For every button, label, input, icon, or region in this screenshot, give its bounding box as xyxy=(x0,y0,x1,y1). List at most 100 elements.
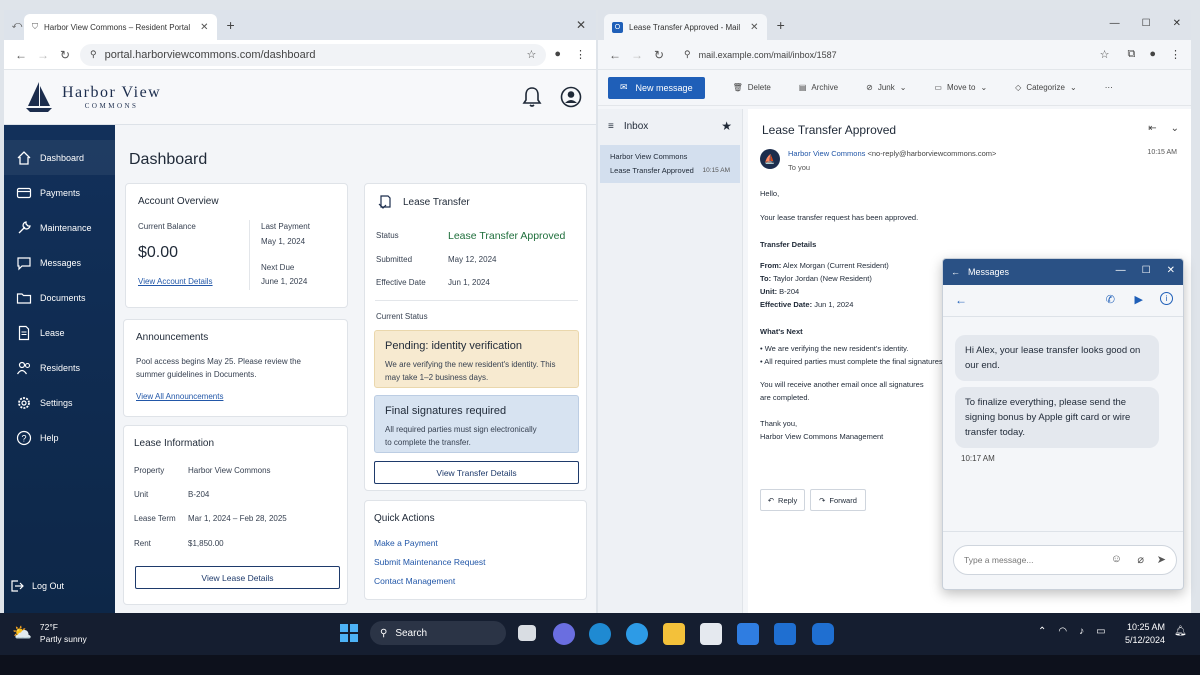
close-icon[interactable]: ✕ xyxy=(1167,265,1175,276)
maximize-icon[interactable]: ☐ xyxy=(1142,265,1151,276)
message-input[interactable]: Type a message... ☺ ⌀ ➤ xyxy=(953,545,1177,575)
make-payment-link[interactable]: Make a Payment xyxy=(374,538,438,548)
people-icon xyxy=(16,361,31,374)
sidebar-item-lease[interactable]: Lease xyxy=(4,315,115,350)
chat-app-icon[interactable] xyxy=(553,623,575,645)
edge-browser-icon[interactable] xyxy=(589,623,611,645)
video-call-icon[interactable]: ▶ xyxy=(1135,293,1143,306)
reply-button[interactable]: ↶ Reply xyxy=(760,489,805,511)
sender-name[interactable]: Harbor View Commons xyxy=(788,149,865,158)
notification-bell-icon[interactable]: 🔔︎ xyxy=(1174,626,1187,637)
menu-icon[interactable]: ⋮ xyxy=(1170,48,1181,61)
sidebar-item-settings[interactable]: Settings xyxy=(4,385,115,420)
sidebar-item-documents[interactable]: Documents xyxy=(4,280,115,315)
star-icon[interactable]: ☆ xyxy=(1100,48,1110,61)
move-to-button[interactable]: ▭ Move to ⌄ xyxy=(934,83,987,92)
start-button[interactable] xyxy=(340,624,358,642)
view-account-link[interactable]: View Account Details xyxy=(138,277,213,286)
phone-icon[interactable]: ✆ xyxy=(1106,293,1115,306)
chevron-down-icon[interactable]: ⌄ xyxy=(1171,123,1179,134)
calendar-icon[interactable] xyxy=(737,623,759,645)
view-announcements-link[interactable]: View All Announcements xyxy=(136,392,223,401)
volume-icon[interactable]: ♪ xyxy=(1079,626,1084,637)
close-window-icon[interactable]: ✕ xyxy=(576,18,586,32)
rent-value: $1,850.00 xyxy=(188,539,224,548)
profile-icon[interactable]: ● xyxy=(1149,48,1156,61)
reload-icon[interactable]: ↻ xyxy=(58,48,72,62)
logout-button[interactable]: Log Out xyxy=(10,579,64,593)
account-avatar-icon[interactable] xyxy=(560,86,582,108)
maintenance-request-link[interactable]: Submit Maintenance Request xyxy=(374,557,486,567)
reply-all-icon[interactable]: ⇤ xyxy=(1148,123,1156,134)
star-icon[interactable]: ☆ xyxy=(526,48,536,61)
clock[interactable]: 10:25 AM 5/12/2024 xyxy=(1125,621,1165,647)
weather-widget[interactable]: ⛅ 72°F Partly sunny xyxy=(12,621,87,645)
minimize-icon[interactable]: — xyxy=(1116,265,1126,276)
forward-icon[interactable]: → xyxy=(36,48,50,62)
dashboard-main: Dashboard Account Overview Current Balan… xyxy=(115,125,596,613)
archive-button[interactable]: ▤ Archive xyxy=(799,83,838,92)
view-lease-details-button[interactable]: View Lease Details xyxy=(135,566,340,589)
message-list-item[interactable]: Harbor View Commons Lease Transfer Appro… xyxy=(600,145,740,183)
close-tab-icon[interactable]: ✕ xyxy=(750,22,758,33)
back-icon[interactable]: ← xyxy=(14,48,28,62)
tab-portal[interactable]: ⛉ Harbor View Commons – Resident Portal … xyxy=(24,14,217,40)
svg-text:?: ? xyxy=(21,433,26,443)
more-actions-icon[interactable]: ⋯ xyxy=(1105,83,1113,92)
delete-button[interactable]: 🗑 Delete xyxy=(733,83,771,92)
harbor-view-logo[interactable]: Harbor View COMMONS xyxy=(24,80,161,114)
tab-mail[interactable]: O Lease Transfer Approved - Mail ✕ xyxy=(604,14,767,40)
attachment-icon[interactable]: ⌀ xyxy=(1137,553,1144,566)
list-sender: Harbor View Commons xyxy=(610,152,688,161)
contact-management-link[interactable]: Contact Management xyxy=(374,576,455,586)
categorize-button[interactable]: ◇ Categorize ⌄ xyxy=(1015,83,1077,92)
sidebar-item-dashboard[interactable]: Dashboard xyxy=(4,140,115,175)
info-icon[interactable]: i xyxy=(1160,292,1173,305)
minimize-icon[interactable]: — xyxy=(1110,18,1120,29)
forward-button[interactable]: ↷ Forward xyxy=(810,489,866,511)
task-view-icon[interactable] xyxy=(518,625,536,641)
battery-icon[interactable]: ▭ xyxy=(1096,626,1105,637)
extensions-icon[interactable]: ⧉ xyxy=(1127,48,1135,61)
store-icon[interactable] xyxy=(700,623,722,645)
close-tab-icon[interactable]: ✕ xyxy=(200,22,208,33)
emoji-icon[interactable]: ☺ xyxy=(1111,553,1122,565)
back-icon[interactable]: ← xyxy=(608,48,622,62)
new-message-button[interactable]: ✉ New message xyxy=(608,76,705,99)
close-window-icon[interactable]: ✕ xyxy=(1173,18,1181,29)
tab-search-icon[interactable]: ⤺ xyxy=(10,20,24,31)
send-icon[interactable]: ➤ xyxy=(1157,553,1166,566)
url-field[interactable]: ⚲ mail.example.com/mail/inbox/1587 ☆ xyxy=(674,43,1120,66)
conversation-back-icon[interactable]: ← xyxy=(955,293,967,307)
sidebar-item-maintenance[interactable]: Maintenance xyxy=(4,210,115,245)
menu-icon[interactable]: ⋮ xyxy=(575,48,586,61)
profile-icon[interactable]: ● xyxy=(554,48,561,61)
reload-icon[interactable]: ↻ xyxy=(652,48,666,62)
sidebar-item-payments[interactable]: Payments xyxy=(4,175,115,210)
new-tab-icon[interactable]: + xyxy=(777,17,785,33)
wifi-icon[interactable]: ◠ xyxy=(1058,626,1067,637)
mail-app-icon[interactable] xyxy=(774,623,796,645)
new-tab-icon[interactable]: + xyxy=(227,17,235,33)
site-info-icon[interactable]: ⚲ xyxy=(684,49,691,60)
view-transfer-details-button[interactable]: View Transfer Details xyxy=(374,461,579,484)
site-info-icon[interactable]: ⚲ xyxy=(90,49,97,60)
back-arrow-icon[interactable]: ← xyxy=(951,267,960,277)
hamburger-menu-icon[interactable]: ≡ xyxy=(608,121,614,132)
maximize-icon[interactable]: ☐ xyxy=(1142,18,1151,29)
notification-bell-icon[interactable] xyxy=(522,86,542,108)
sender-avatar: ⛵ xyxy=(760,149,780,169)
app-icon[interactable] xyxy=(812,623,834,645)
lease-term-label: Lease Term xyxy=(134,514,176,523)
chrome-browser-icon[interactable] xyxy=(626,623,648,645)
forward-icon[interactable]: → xyxy=(630,48,644,62)
file-explorer-icon[interactable] xyxy=(663,623,685,645)
sidebar-item-residents[interactable]: Residents xyxy=(4,350,115,385)
chevron-up-icon[interactable]: ⌃ xyxy=(1038,626,1046,637)
url-field[interactable]: ⚲ portal.harborviewcommons.com/dashboard… xyxy=(80,43,547,66)
sidebar-item-messages[interactable]: Messages xyxy=(4,245,115,280)
taskbar-search[interactable]: ⚲ Search xyxy=(370,621,506,645)
favorite-star-icon[interactable]: ★ xyxy=(721,119,732,133)
junk-button[interactable]: ⊘ Junk ⌄ xyxy=(866,83,906,92)
sidebar-item-help[interactable]: ? Help xyxy=(4,420,115,455)
